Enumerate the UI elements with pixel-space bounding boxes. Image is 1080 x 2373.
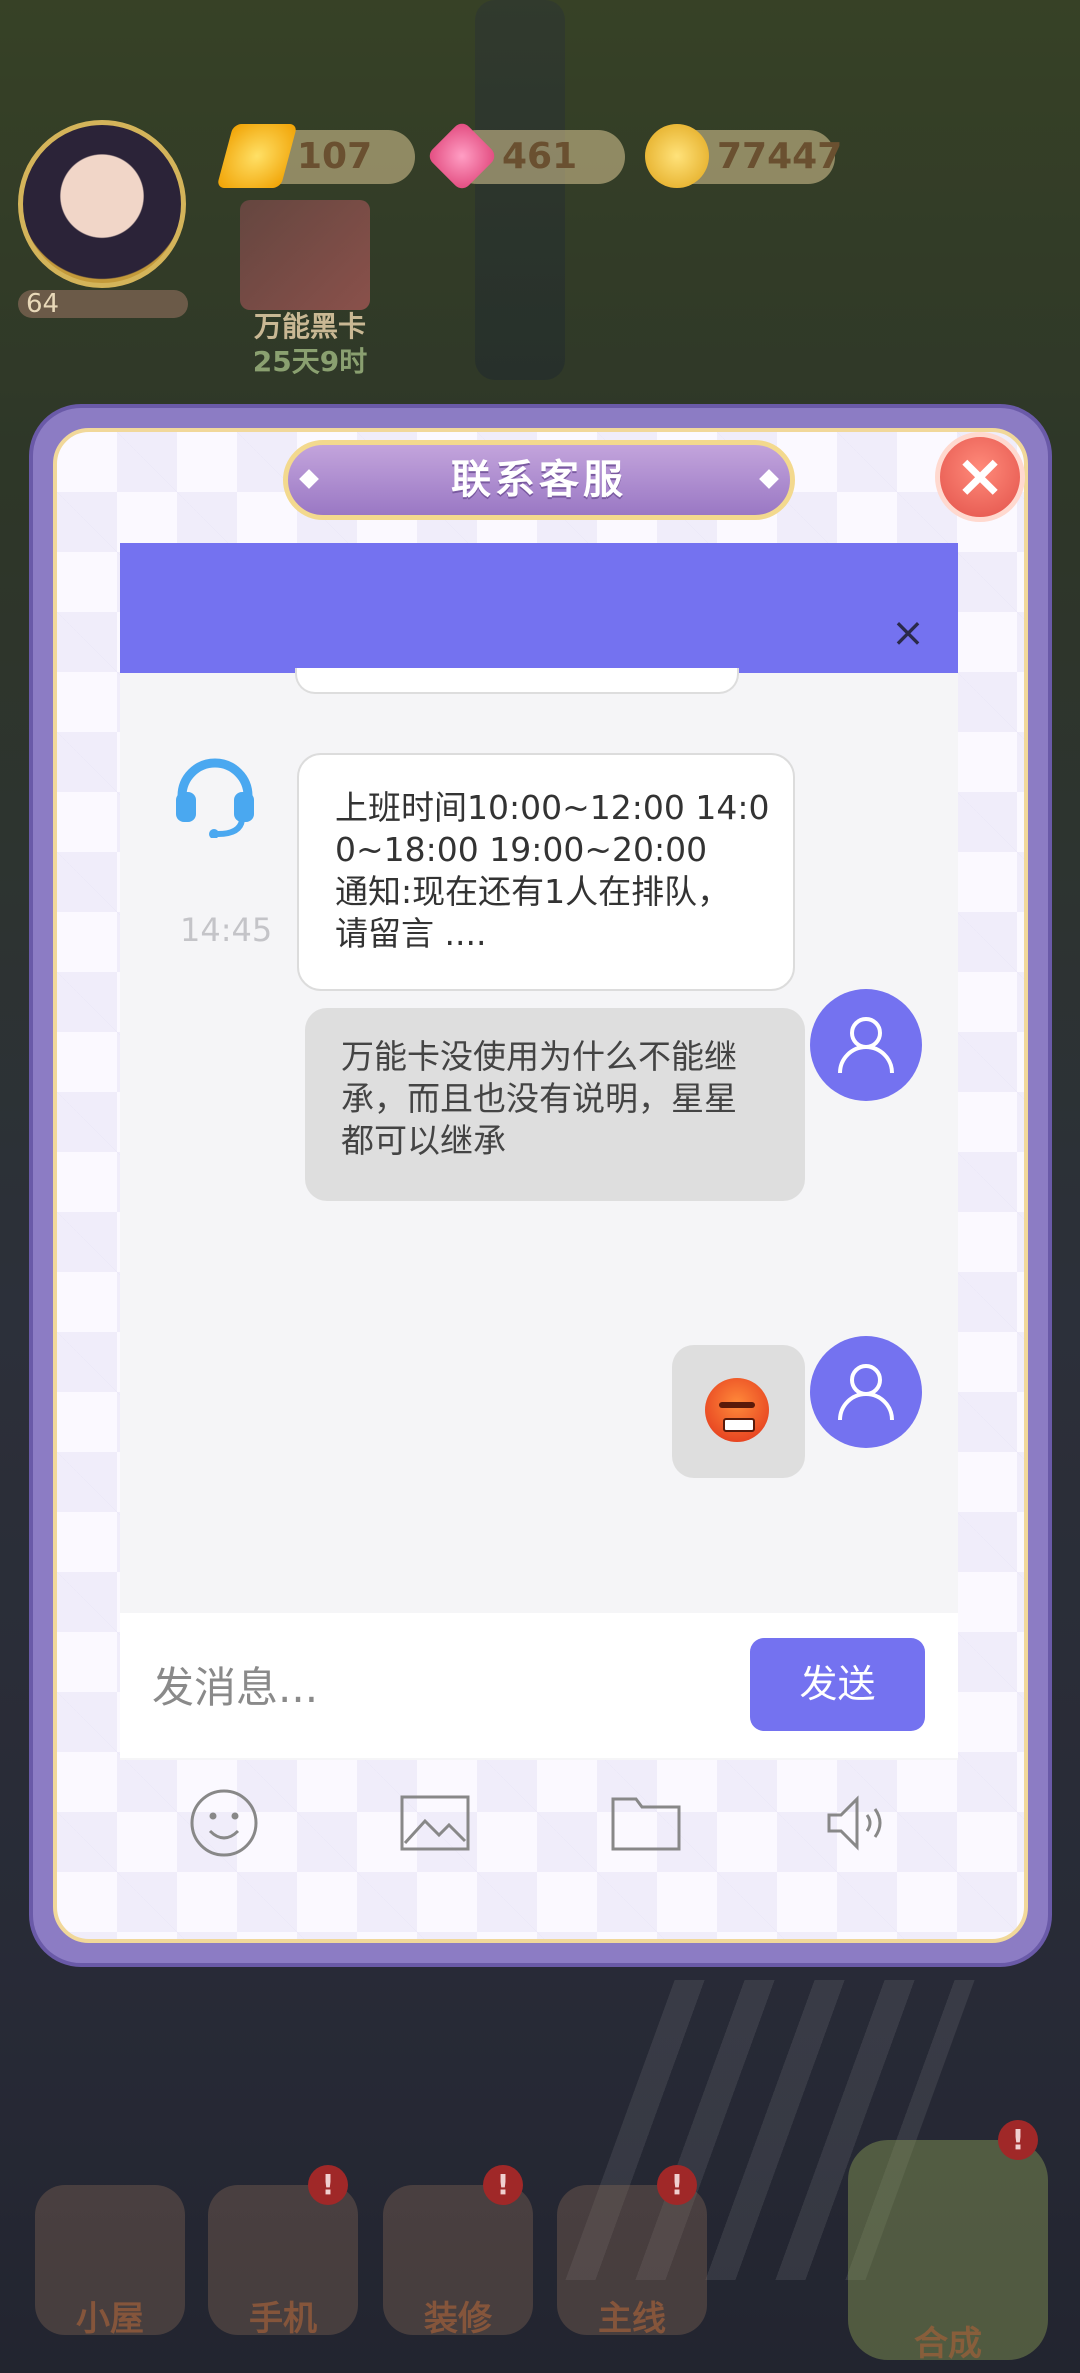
nav-merge-label: 合成 bbox=[914, 2324, 982, 2364]
send-button[interactable]: 发送 bbox=[750, 1638, 925, 1731]
message-line: 承，而且也没有说明，星星 bbox=[341, 1079, 737, 1118]
notification-badge: ! bbox=[483, 2165, 523, 2205]
notification-badge: ! bbox=[657, 2165, 697, 2205]
chat-panel: × 14:45 上班时间10:00~12:00 14:0 0~18:00 19:… bbox=[120, 543, 958, 1760]
black-card-icon[interactable] bbox=[240, 200, 370, 310]
coin-counter[interactable]: 77447 bbox=[645, 124, 842, 188]
nav-phone-button[interactable]: ! 手机 bbox=[208, 2165, 358, 2339]
dialog-title: 联系客服 bbox=[283, 440, 795, 520]
dialog-close-button[interactable]: × bbox=[935, 432, 1025, 522]
nav-decor-label: 装修 bbox=[424, 2299, 492, 2339]
nav-merge-button[interactable]: ! 合成 bbox=[848, 2120, 1048, 2364]
user-icon bbox=[838, 1017, 894, 1074]
nav-decor-button[interactable]: ! 装修 bbox=[383, 2165, 533, 2339]
agent-message-bubble: 上班时间10:00~12:00 14:0 0~18:00 19:00~20:00… bbox=[297, 753, 795, 991]
message-time: 14:45 bbox=[180, 911, 273, 949]
gem-value: 461 bbox=[502, 136, 578, 177]
gem-counter[interactable]: 461 bbox=[425, 119, 625, 193]
nav-phone-label: 手机 bbox=[249, 2299, 317, 2339]
black-card-title: 万能黑卡 bbox=[253, 310, 366, 343]
message-line: 都可以继承 bbox=[341, 1121, 506, 1160]
folder-icon[interactable] bbox=[610, 1787, 682, 1859]
message-line: 上班时间10:00~12:00 14:0 bbox=[335, 788, 770, 827]
player-avatar[interactable] bbox=[18, 120, 186, 288]
chat-close-icon[interactable]: × bbox=[888, 613, 928, 653]
image-icon[interactable] bbox=[399, 1787, 471, 1859]
chat-header: × bbox=[120, 543, 958, 673]
angry-face-icon bbox=[705, 1378, 769, 1442]
message-line: 请留言 .... bbox=[335, 914, 487, 953]
voice-icon[interactable] bbox=[821, 1787, 893, 1859]
user-avatar bbox=[810, 1336, 922, 1448]
energy-value: 107 bbox=[297, 136, 373, 177]
nav-main-button[interactable]: ! 主线 bbox=[557, 2165, 707, 2339]
user-message-bubble: 万能卡没使用为什么不能继 承，而且也没有说明，星星 都可以继承 bbox=[305, 1008, 805, 1201]
nav-main-label: 主线 bbox=[598, 2299, 666, 2339]
user-avatar bbox=[810, 989, 922, 1101]
user-emoji-bubble bbox=[672, 1345, 805, 1478]
nav-home-button[interactable]: 小屋 bbox=[35, 2185, 185, 2339]
input-bar: 发送 bbox=[120, 1613, 958, 1758]
nav-home-label: 小屋 bbox=[76, 2299, 144, 2339]
coin-value: 77447 bbox=[717, 136, 843, 177]
black-card-timer: 25天9时 bbox=[252, 345, 368, 378]
previous-message-edge bbox=[295, 668, 739, 694]
coin-icon bbox=[645, 124, 709, 188]
message-line: 通知:现在还有1人在排队， bbox=[335, 872, 731, 911]
user-icon bbox=[838, 1364, 894, 1421]
energy-counter[interactable]: 107 bbox=[216, 124, 415, 188]
message-line: 0~18:00 19:00~20:00 bbox=[335, 830, 708, 869]
level-badge: 64 bbox=[18, 290, 188, 318]
notification-badge: ! bbox=[998, 2120, 1038, 2160]
close-icon: × bbox=[954, 441, 1006, 511]
chat-toolbar bbox=[120, 1762, 958, 1882]
headset-icon bbox=[176, 758, 254, 838]
emoji-icon[interactable] bbox=[188, 1787, 260, 1859]
message-line: 万能卡没使用为什么不能继 bbox=[341, 1037, 737, 1076]
message-input[interactable] bbox=[150, 1651, 714, 1723]
notification-badge: ! bbox=[308, 2165, 348, 2205]
